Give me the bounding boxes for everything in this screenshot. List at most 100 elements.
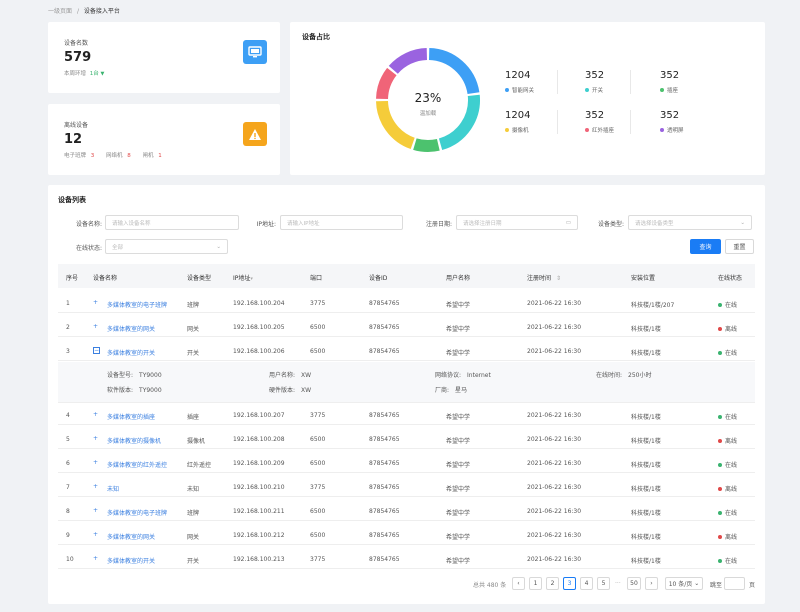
cell-time: 2021-06-22 16:30 bbox=[527, 300, 582, 307]
breadcrumb-current: 设备接入平台 bbox=[83, 8, 120, 15]
cell-id: 87854765 bbox=[369, 324, 400, 331]
offline-dot bbox=[718, 487, 722, 491]
ip-placeholder: 请输入IP地址 bbox=[287, 220, 320, 227]
page-button[interactable]: 50 bbox=[627, 577, 641, 590]
ratio-item-value: 352 bbox=[585, 110, 605, 121]
cell-type: 红外遥控 bbox=[187, 462, 212, 469]
column-header[interactable]: IP地址▾ bbox=[233, 273, 253, 282]
ratio-item-value: 352 bbox=[660, 110, 680, 121]
expand-row-icon[interactable]: + bbox=[93, 507, 98, 514]
breadcrumb-parent[interactable]: 一级页面 bbox=[48, 8, 72, 15]
cell-type: 摄像机 bbox=[187, 438, 206, 445]
register-date-input[interactable]: 请选择注册日期 ▭ bbox=[456, 215, 578, 230]
status-badge: 在线 bbox=[718, 460, 737, 469]
cell-user: 希望中学 bbox=[446, 326, 471, 333]
query-button[interactable]: 查询 bbox=[690, 239, 721, 254]
device-name-link[interactable]: 未知 bbox=[107, 484, 119, 493]
status-text: 在线 bbox=[725, 414, 738, 421]
next-page-button[interactable]: › bbox=[645, 577, 658, 590]
device-name-link[interactable]: 多媒体教室的开关 bbox=[107, 556, 155, 565]
sort-icon[interactable]: ▾ bbox=[250, 276, 253, 282]
expand-row-icon[interactable]: + bbox=[93, 411, 98, 418]
cell-time: 2021-06-22 16:30 bbox=[527, 348, 582, 355]
ratio-item-label: 开关 bbox=[592, 88, 604, 94]
collapse-row-icon[interactable]: − bbox=[93, 347, 100, 354]
device-name-link[interactable]: 多媒体教室的电子班牌 bbox=[107, 300, 167, 309]
legend-dot bbox=[505, 88, 509, 92]
column-header: 设备类型 bbox=[187, 275, 212, 282]
donut-segment-5 bbox=[388, 48, 428, 74]
column-header-label: IP地址 bbox=[233, 275, 251, 282]
prev-page-button[interactable]: ‹ bbox=[512, 577, 525, 590]
status-badge: 在线 bbox=[718, 412, 737, 421]
page-size-select[interactable]: 10 条/页 ⌄ bbox=[665, 577, 703, 590]
device-name-link[interactable]: 多媒体教室的插座 bbox=[107, 412, 155, 421]
device-name-link[interactable]: 多媒体教室的网关 bbox=[107, 324, 155, 333]
detail-label: 用户名称: bbox=[269, 372, 296, 379]
status-text: 离线 bbox=[725, 438, 738, 445]
row-divider bbox=[58, 544, 755, 545]
column-header: 用户名称 bbox=[446, 275, 471, 282]
row-divider bbox=[58, 448, 755, 449]
device-name-link[interactable]: 多媒体教室的网关 bbox=[107, 532, 155, 541]
status-text: 离线 bbox=[725, 326, 738, 333]
ip-input[interactable]: 请输入IP地址 bbox=[280, 215, 403, 230]
ratio-title: 设备占比 bbox=[302, 33, 330, 41]
device-name-input[interactable]: 请输入设备名称 bbox=[105, 215, 239, 230]
status-badge: 在线 bbox=[718, 348, 737, 357]
cell-user: 希望中学 bbox=[446, 558, 471, 565]
status-badge: 在线 bbox=[718, 508, 737, 517]
jump-page-input[interactable] bbox=[724, 577, 745, 590]
cell-no: 7 bbox=[66, 484, 70, 491]
cell-loc: 科技楼/1楼/207 bbox=[631, 302, 675, 309]
status-badge: 离线 bbox=[718, 532, 737, 541]
cell-ip: 192.168.100.205 bbox=[233, 324, 285, 331]
cell-time: 2021-06-22 16:30 bbox=[527, 412, 582, 419]
expand-row-icon[interactable]: + bbox=[93, 555, 98, 562]
expand-row-icon[interactable]: + bbox=[93, 459, 98, 466]
cell-time: 2021-06-22 16:30 bbox=[527, 324, 582, 331]
reset-button[interactable]: 重置 bbox=[725, 239, 754, 254]
cell-loc: 科技楼/1楼 bbox=[631, 462, 661, 469]
column-header[interactable]: 注册时间 ⇕ bbox=[527, 273, 561, 282]
cell-no: 4 bbox=[66, 412, 70, 419]
offline-item-value: 3 bbox=[90, 153, 95, 159]
row-divider bbox=[58, 520, 755, 521]
expand-row-icon[interactable]: + bbox=[93, 483, 98, 490]
row-divider bbox=[58, 336, 755, 337]
cell-ip: 192.168.100.206 bbox=[233, 348, 285, 355]
cell-user: 希望中学 bbox=[446, 350, 471, 357]
arrow-down-icon: ▼ bbox=[100, 71, 105, 77]
cell-id: 87854765 bbox=[369, 412, 400, 419]
cell-port: 3775 bbox=[310, 556, 326, 563]
page-button-current[interactable]: 3 bbox=[563, 577, 576, 590]
expand-row-icon[interactable]: + bbox=[93, 299, 98, 306]
page-button[interactable]: 4 bbox=[580, 577, 593, 590]
sort-icon[interactable]: ⇕ bbox=[556, 275, 561, 282]
page-button[interactable]: 1 bbox=[529, 577, 542, 590]
page-button[interactable]: 2 bbox=[546, 577, 559, 590]
cell-ip: 192.168.100.212 bbox=[233, 532, 285, 539]
cell-user: 希望中学 bbox=[446, 462, 471, 469]
device-name-link[interactable]: 多媒体教室的电子班牌 bbox=[107, 508, 167, 517]
expand-row-icon[interactable]: + bbox=[93, 435, 98, 442]
device-count-card: 设备名数 579 本周环增 1台 ▼ bbox=[48, 22, 280, 93]
detail-label: 厂商: bbox=[435, 387, 450, 394]
expand-row-icon[interactable]: + bbox=[93, 323, 98, 330]
device-name-link[interactable]: 多媒体教室的开关 bbox=[107, 348, 155, 357]
register-date-placeholder: 请选择注册日期 bbox=[463, 220, 502, 227]
ratio-item-label: 红外插座 bbox=[592, 128, 615, 134]
device-name-placeholder: 请输入设备名称 bbox=[112, 220, 151, 227]
device-name-link[interactable]: 多媒体教室的红外遥控 bbox=[107, 460, 167, 469]
ratio-item: 1204 摄像机 bbox=[505, 110, 530, 134]
offline-item-label: 电子班牌 bbox=[64, 153, 87, 159]
device-name-link[interactable]: 多媒体教室的摄像机 bbox=[107, 436, 161, 445]
online-status-select[interactable]: 全部 ⌄ bbox=[105, 239, 228, 254]
cell-ip: 192.168.100.213 bbox=[233, 556, 285, 563]
device-type-select[interactable]: 请选择设备类型 ⌄ bbox=[628, 215, 752, 230]
expand-row-icon[interactable]: + bbox=[93, 531, 98, 538]
cell-time: 2021-06-22 16:30 bbox=[527, 460, 582, 467]
cell-no: 10 bbox=[66, 556, 74, 563]
legend-dot bbox=[585, 88, 589, 92]
page-button[interactable]: 5 bbox=[597, 577, 610, 590]
